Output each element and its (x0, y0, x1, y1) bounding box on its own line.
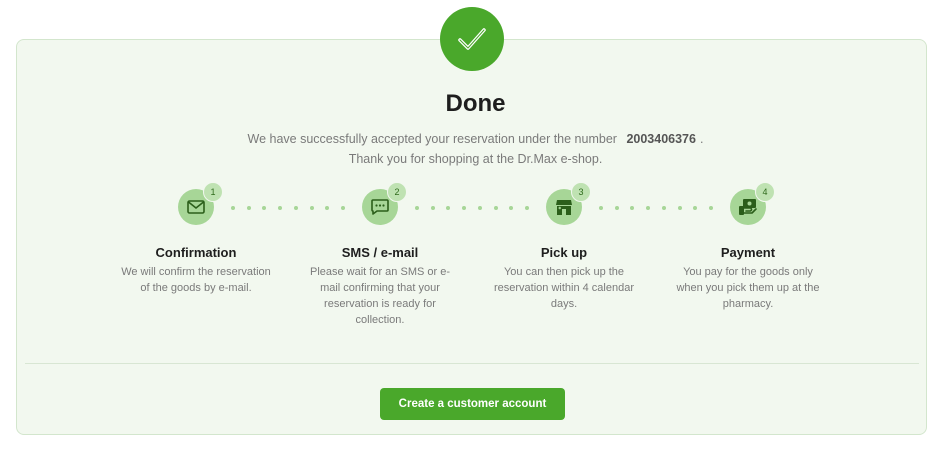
step-2-icon: 2 (362, 182, 407, 225)
step-1-number: 1 (203, 182, 223, 202)
step-3-description: You can then pick up the reservation wit… (493, 266, 635, 310)
message-suffix: . (699, 132, 704, 146)
create-account-button[interactable]: Create a customer account (380, 388, 565, 420)
step-connector-2 (415, 206, 529, 210)
reservation-number: 2003406376 (626, 132, 696, 146)
step-4-description: You pay for the goods only when you pick… (676, 266, 820, 310)
section-divider (25, 363, 919, 364)
envelope-icon (187, 200, 205, 214)
step-3-number: 3 (571, 182, 591, 202)
thanks-message: Thank you for shopping at the Dr.Max e-s… (348, 152, 603, 166)
step-1-icon: 1 (178, 182, 223, 225)
step-1-description: We will confirm the reservation of the g… (121, 266, 271, 294)
step-1-title: Confirmation (155, 245, 237, 260)
chat-icon (371, 199, 389, 215)
step-4-title: Payment (720, 245, 776, 260)
cash-icon (739, 199, 757, 215)
page-title: Done (445, 90, 506, 117)
step-2-number: 2 (387, 182, 407, 202)
step-4-number: 4 (755, 182, 775, 202)
success-check-icon (440, 7, 504, 71)
step-connector-3 (599, 206, 713, 210)
message-prefix: We have successfully accepted your reser… (247, 132, 617, 146)
step-4-icon: 4 (730, 182, 775, 225)
step-3-icon: 3 (546, 182, 591, 225)
step-2-title: SMS / e-mail (341, 245, 419, 260)
step-3-title: Pick up (540, 245, 588, 260)
step-2-description: Please wait for an SMS or e-mail confirm… (309, 266, 450, 326)
step-connector-1 (231, 206, 345, 210)
store-icon (556, 199, 572, 215)
confirmation-message: We have successfully accepted your reser… (0, 129, 951, 169)
